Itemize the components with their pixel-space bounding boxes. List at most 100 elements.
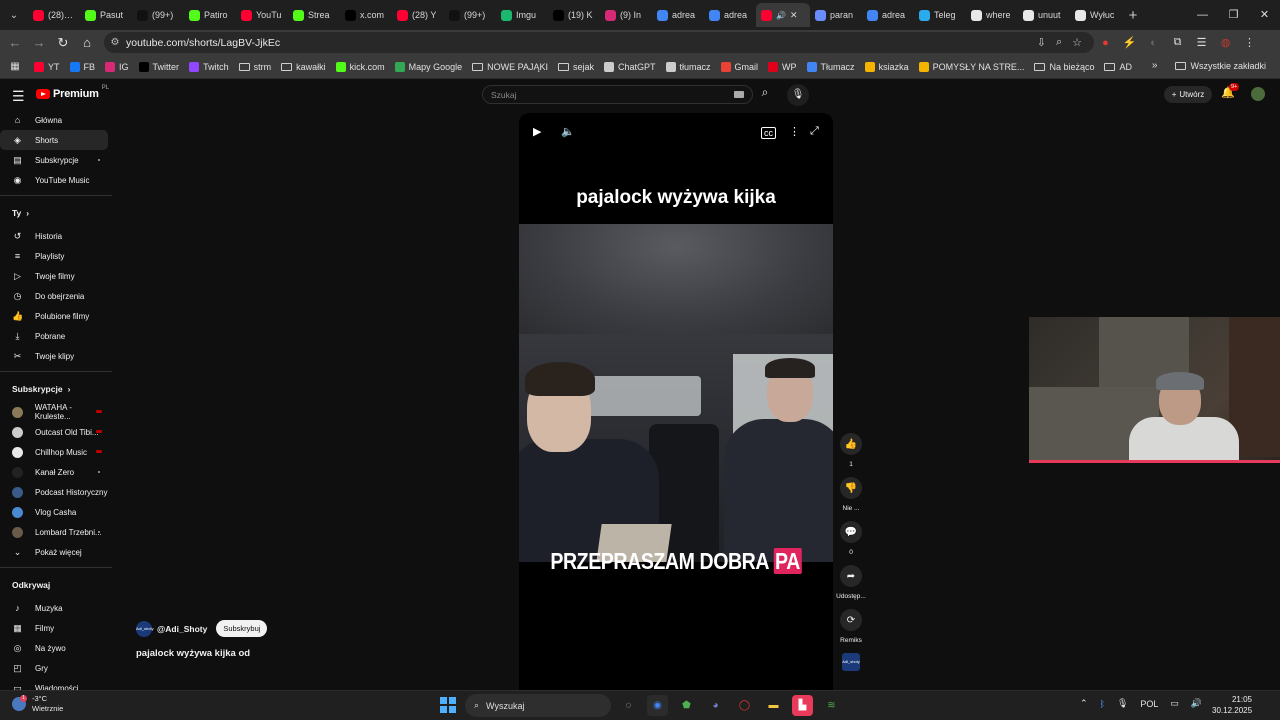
sidebar-item[interactable]: ♪ Muzyka <box>0 598 108 618</box>
short-title[interactable]: pajalock wyżywa kijka od <box>136 648 250 659</box>
bookmark-item[interactable]: sejak <box>554 62 598 72</box>
sidebar-you-header[interactable]: Ty › <box>0 200 115 226</box>
play-button[interactable]: ▶ <box>533 125 541 138</box>
apps-grid-icon[interactable]: ▦ <box>0 61 30 72</box>
tab-search-button[interactable]: ⌄ <box>0 0 28 30</box>
sidebar-subscription[interactable]: Vlog Casha <box>0 502 108 522</box>
close-window-button[interactable]: ✕ <box>1249 0 1280 30</box>
extensions-puzzle-icon[interactable]: ⧉ <box>1170 35 1185 50</box>
sidebar-item[interactable]: ▦ Filmy <box>0 618 108 638</box>
bookmark-item[interactable]: NOWE PAJĄKI <box>468 62 552 72</box>
browser-tab[interactable]: adrea <box>704 3 756 27</box>
channel-name-link[interactable]: @Adi_Shoty <box>157 624 207 634</box>
sidebar-subscription[interactable]: WATAHA - Kruleste... <box>0 402 108 422</box>
browser-tab[interactable]: (9) In <box>600 3 652 27</box>
browser-tab[interactable]: (99+) <box>132 3 184 27</box>
discord-icon[interactable]: ◕ <box>705 695 726 716</box>
profile-avatar[interactable]: ◍ <box>1218 35 1233 50</box>
sidebar-item[interactable]: ≡ Playlisty <box>0 246 108 266</box>
bookmark-item[interactable]: ChatGPT <box>600 61 660 72</box>
new-tab-button[interactable]: + <box>1122 7 1144 24</box>
sound-source-avatar[interactable]: Adi_shoty <box>834 653 868 671</box>
browser-tab[interactable]: adrea <box>862 3 914 27</box>
voice-search-button[interactable]: 🎙 <box>787 84 809 106</box>
bookmark-item[interactable]: ksiazka <box>861 61 913 72</box>
copilot-icon[interactable]: ◌ <box>618 695 639 716</box>
bookmark-item[interactable]: IG <box>101 61 133 72</box>
bookmark-item[interactable]: WP <box>764 61 801 72</box>
browser-tab[interactable]: Patiro <box>184 3 236 27</box>
sidebar-subscription[interactable]: Lombard Trzebni... <box>0 522 108 542</box>
extension-icon[interactable]: ⚡ <box>1122 35 1137 50</box>
bookmark-item[interactable]: FB <box>66 61 100 72</box>
sidebar-subscription[interactable]: Chillhop Music <box>0 442 108 462</box>
dislike-button[interactable]: 👎 Nie ... <box>834 477 868 515</box>
browser-tab[interactable]: adrea <box>652 3 704 27</box>
all-bookmarks-button[interactable]: Wszystkie zakładki <box>1171 61 1270 71</box>
layered-app-icon[interactable]: ≋ <box>821 695 842 716</box>
start-button[interactable] <box>440 697 456 713</box>
search-button[interactable]: ⌕ <box>753 85 777 104</box>
browser-tab[interactable]: (99+) <box>444 3 496 27</box>
site-info-icon[interactable]: ⚙ <box>104 37 126 48</box>
bookmark-item[interactable]: Twitch <box>185 61 233 72</box>
extension-gray-icon[interactable]: ◐ <box>1146 35 1161 50</box>
opera-icon[interactable]: ◯ <box>734 695 755 716</box>
sidebar-subs-header[interactable]: Subskrypcje › <box>0 376 115 402</box>
browser-tab[interactable]: Wyłuc <box>1070 3 1122 27</box>
sidebar-item[interactable]: ▤ Subskrypcje <box>0 150 108 170</box>
comments-button[interactable]: 💬 0 <box>834 521 868 559</box>
sidebar-item[interactable]: ▷ Twoje filmy <box>0 266 108 286</box>
bookmark-item[interactable]: AD <box>1100 62 1136 72</box>
create-button[interactable]: + Utwórz <box>1164 86 1212 103</box>
file-explorer-icon[interactable]: ▬ <box>763 695 784 716</box>
sidebar-subscription[interactable]: Outcast Old Tibi... <box>0 422 108 442</box>
browser-tab[interactable]: Strea <box>288 3 340 27</box>
tray-overflow-icon[interactable]: ⌃ <box>1080 698 1088 709</box>
search-input[interactable]: Szukaj <box>482 85 753 104</box>
sidebar-item[interactable]: ◈ Shorts <box>0 130 108 150</box>
subscribe-button[interactable]: Subskrybuj <box>216 620 268 637</box>
channel-avatar[interactable]: Adi_shoty <box>136 620 154 637</box>
sidebar-item[interactable]: ◎ Na żywo <box>0 638 108 658</box>
bookmark-item[interactable]: Tłumacz <box>803 61 859 72</box>
sidebar-subscription[interactable]: Podcast Historyczny <box>0 482 108 502</box>
browser-tab[interactable]: where <box>966 3 1018 27</box>
taskbar-search[interactable]: ⌕ Wyszukaj <box>465 694 611 717</box>
bookmark-item[interactable]: YT <box>30 61 64 72</box>
bookmark-item[interactable]: Mapy Google <box>391 61 467 72</box>
bookmark-item[interactable]: kick.com <box>332 61 389 72</box>
more-options-button[interactable]: ⋮ <box>789 125 800 138</box>
sidebar-item[interactable]: ✂ Twoje klipy <box>0 346 108 366</box>
browser-tab[interactable]: x.com <box>340 3 392 27</box>
browser-tab[interactable]: Pasut <box>80 3 132 27</box>
account-avatar[interactable] <box>1251 87 1265 101</box>
record-extension-icon[interactable]: ● <box>1098 35 1113 50</box>
browser-tab[interactable]: Teleg <box>914 3 966 27</box>
bluetooth-icon[interactable]: ᛒ <box>1100 699 1105 709</box>
weather-widget[interactable]: 1 -3°C Wietrznie <box>12 694 63 714</box>
sidebar-item[interactable]: 👍 Polubione filmy <box>0 306 108 326</box>
bookmark-item[interactable]: Na bieżąco <box>1030 62 1098 72</box>
browser-shield-icon[interactable]: ⬟ <box>676 695 697 716</box>
close-tab-icon[interactable]: ✕ <box>790 10 798 21</box>
back-button[interactable]: ← <box>3 35 27 50</box>
youtube-premium-logo[interactable]: Premium PL <box>36 85 109 100</box>
remix-button[interactable]: ⟳ Remiks <box>834 609 868 647</box>
sidebar-item[interactable]: ⤓ Pobrane <box>0 326 108 346</box>
reading-list-icon[interactable]: ☰ <box>1194 35 1209 50</box>
install-app-icon[interactable]: ⇩ <box>1037 36 1046 49</box>
keyboard-icon[interactable] <box>734 91 744 98</box>
reload-button[interactable]: ↻ <box>51 35 75 51</box>
language-indicator[interactable]: POL <box>1140 699 1158 709</box>
browser-tab[interactable]: unuut <box>1018 3 1070 27</box>
guide-menu-icon[interactable]: ☰ <box>12 88 25 105</box>
address-bar[interactable]: ⚙ youtube.com/shorts/LagBV-JjkEc ⇩ ⌕ ☆ <box>104 32 1094 53</box>
volume-button[interactable]: 🔈 <box>561 125 575 138</box>
sidebar-item[interactable]: ◉ YouTube Music <box>0 170 108 190</box>
microphone-tray-icon[interactable]: 🎙 <box>1117 698 1128 709</box>
browser-tab[interactable]: Imgu <box>496 3 548 27</box>
more-bookmarks-icon[interactable]: » <box>1152 60 1158 71</box>
browser-tab[interactable]: paran <box>810 3 862 27</box>
like-button[interactable]: 👍 1 <box>834 433 868 471</box>
